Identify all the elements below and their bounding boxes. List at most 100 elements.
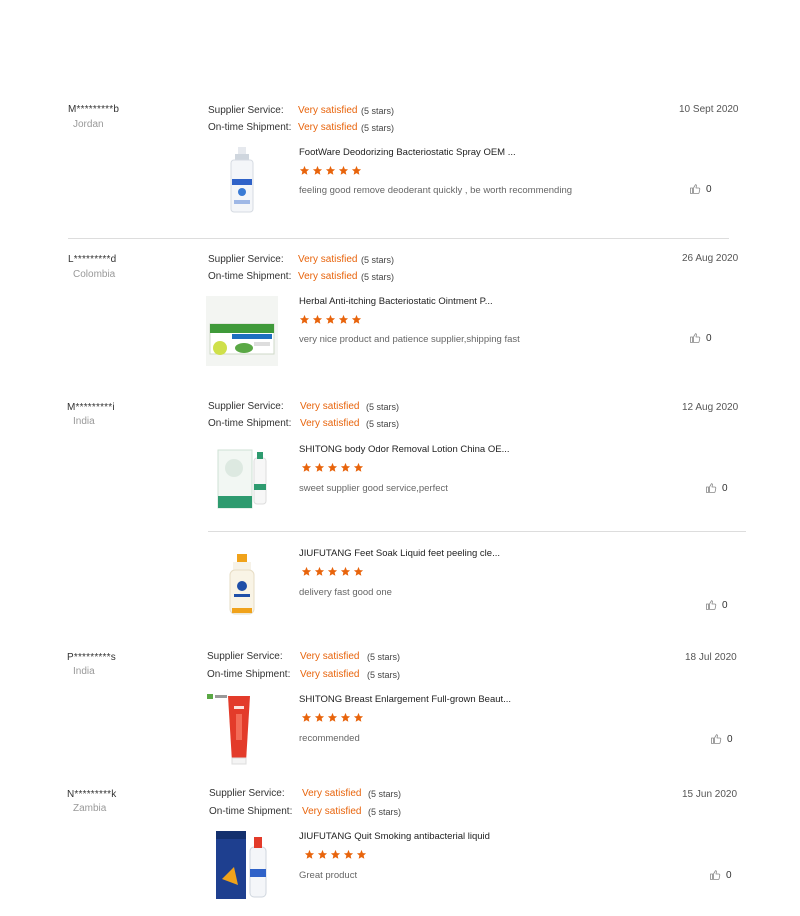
star-icon: [340, 566, 351, 576]
star-icon: [314, 712, 325, 722]
like-button[interactable]: 0: [709, 869, 732, 881]
like-button[interactable]: 0: [689, 332, 712, 344]
star-icon: [338, 314, 349, 324]
star-icon: [314, 462, 325, 472]
star-icon: [301, 462, 312, 472]
ontime-shipment-label: On-time Shipment:: [208, 271, 292, 282]
product-title[interactable]: FootWare Deodorizing Bacteriostatic Spra…: [299, 147, 516, 158]
like-count: 0: [706, 183, 712, 195]
product-rating-stars: [301, 566, 364, 577]
star-icon: [343, 849, 354, 859]
like-count: 0: [722, 482, 728, 494]
review-comment: recommended: [299, 733, 360, 744]
like-button[interactable]: 0: [705, 599, 728, 611]
thumbs-up-icon: [710, 870, 721, 880]
star-icon: [327, 566, 338, 576]
product-rating-stars: [304, 849, 367, 860]
star-icon: [312, 165, 323, 175]
star-icon: [314, 566, 325, 576]
supplier-service-rating: Very satisfied: [298, 105, 358, 116]
supplier-service-stars: (5 stars): [368, 789, 402, 799]
review-divider: [68, 238, 729, 239]
product-thumbnail[interactable]: [227, 552, 257, 616]
star-icon: [353, 566, 364, 576]
product-rating-stars: [299, 165, 362, 176]
star-icon: [317, 849, 328, 859]
ontime-shipment-label: On-time Shipment:: [208, 122, 292, 133]
ontime-shipment-stars: (5 stars): [361, 272, 395, 282]
review-comment: sweet supplier good service,perfect: [299, 483, 448, 494]
product-title[interactable]: JIUFUTANG Quit Smoking antibacterial liq…: [299, 831, 490, 842]
ontime-shipment-rating: Very satisfied: [300, 669, 360, 680]
like-count: 0: [726, 869, 732, 881]
thumbs-up-icon: [706, 483, 717, 493]
ontime-shipment-rating: Very satisfied: [302, 806, 362, 817]
ontime-shipment-label: On-time Shipment:: [207, 669, 291, 680]
review-date: 10 Sept 2020: [679, 104, 739, 115]
star-icon: [330, 849, 341, 859]
review-date: 12 Aug 2020: [682, 402, 739, 413]
supplier-service-rating: Very satisfied: [300, 401, 360, 412]
review-comment: very nice product and patience supplier,…: [299, 334, 520, 345]
like-count: 0: [706, 332, 712, 344]
ontime-shipment-rating: Very satisfied: [298, 271, 358, 282]
product-title[interactable]: JIUFUTANG Feet Soak Liquid feet peeling …: [299, 548, 500, 559]
star-icon: [325, 165, 336, 175]
reviewer-country: Jordan: [73, 119, 104, 130]
product-title[interactable]: SHITONG Breast Enlargement Full-grown Be…: [299, 694, 511, 705]
reviewer-country: India: [73, 416, 95, 427]
reviewer-name: N*********k: [67, 789, 117, 800]
reviewer-name: M*********i: [67, 402, 115, 413]
ontime-shipment-stars: (5 stars): [366, 419, 400, 429]
like-button[interactable]: 0: [689, 183, 712, 195]
star-icon: [353, 462, 364, 472]
ontime-shipment-stars: (5 stars): [361, 123, 395, 133]
thumbs-up-icon: [690, 184, 701, 194]
supplier-service-label: Supplier Service:: [208, 401, 284, 412]
product-thumbnail[interactable]: [222, 145, 262, 215]
star-icon: [338, 165, 349, 175]
star-icon: [301, 566, 312, 576]
supplier-service-label: Supplier Service:: [209, 788, 285, 799]
supplier-service-stars: (5 stars): [361, 255, 395, 265]
supplier-service-stars: (5 stars): [367, 652, 401, 662]
supplier-service-stars: (5 stars): [361, 106, 395, 116]
star-icon: [299, 165, 310, 175]
supplier-service-label: Supplier Service:: [207, 651, 283, 662]
review-date: 18 Jul 2020: [685, 652, 737, 663]
reviewer-country: Colombia: [73, 269, 116, 280]
like-button[interactable]: 0: [705, 482, 728, 494]
reviewer-name: M*********b: [68, 104, 120, 115]
product-thumbnail[interactable]: [206, 296, 278, 366]
supplier-service-rating: Very satisfied: [302, 788, 362, 799]
supplier-service-label: Supplier Service:: [208, 105, 284, 116]
star-icon: [356, 849, 367, 859]
star-icon: [340, 712, 351, 722]
ontime-shipment-rating: Very satisfied: [298, 122, 358, 133]
product-title[interactable]: Herbal Anti-itching Bacteriostatic Ointm…: [299, 296, 493, 307]
reviewer-name: L*********d: [68, 254, 117, 265]
reviewer-country: India: [73, 666, 95, 677]
product-thumbnail[interactable]: [216, 446, 270, 510]
reviewer-country: Zambia: [73, 803, 107, 814]
reviewer-name: P*********s: [67, 652, 116, 663]
star-icon: [304, 849, 315, 859]
product-thumbnail[interactable]: [214, 829, 270, 901]
product-title[interactable]: SHITONG body Odor Removal Lotion China O…: [299, 444, 510, 455]
supplier-service-label: Supplier Service:: [208, 254, 284, 265]
thumbs-up-icon: [706, 600, 717, 610]
supplier-service-rating: Very satisfied: [300, 651, 360, 662]
star-icon: [312, 314, 323, 324]
star-icon: [351, 314, 362, 324]
ontime-shipment-label: On-time Shipment:: [208, 418, 292, 429]
ontime-shipment-stars: (5 stars): [367, 670, 401, 680]
like-count: 0: [722, 599, 728, 611]
star-icon: [325, 314, 336, 324]
ontime-shipment-label: On-time Shipment:: [209, 806, 293, 817]
like-button[interactable]: 0: [710, 733, 733, 745]
star-icon: [351, 165, 362, 175]
star-icon: [327, 712, 338, 722]
product-thumbnail[interactable]: [206, 692, 258, 766]
supplier-service-rating: Very satisfied: [298, 254, 358, 265]
review-date: 26 Aug 2020: [682, 253, 739, 264]
